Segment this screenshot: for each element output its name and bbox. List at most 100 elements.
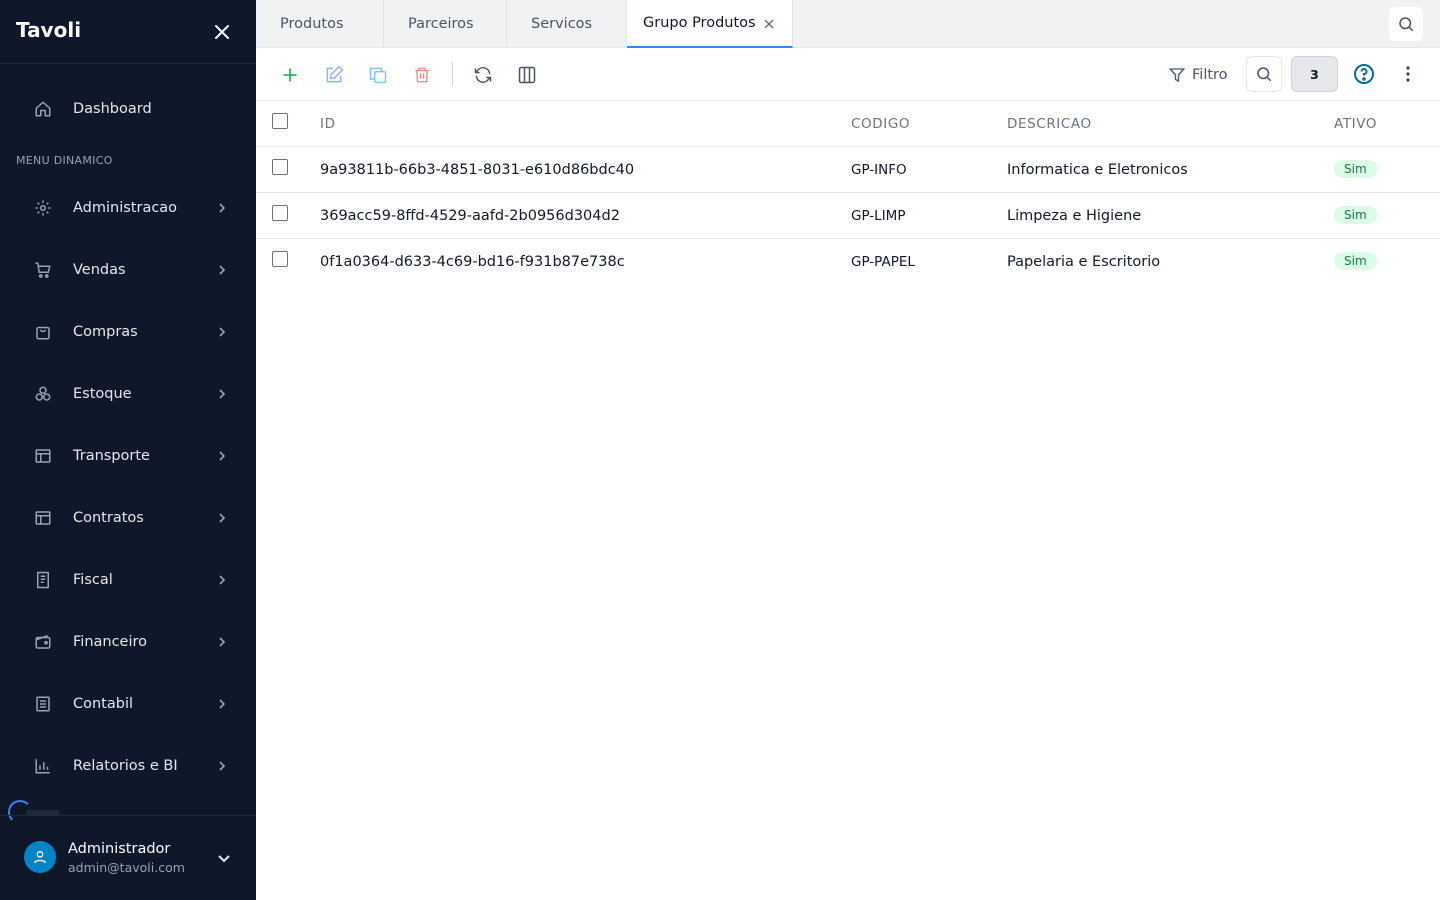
sidebar-item-contabil[interactable]: Contabil xyxy=(0,680,256,728)
gear-icon xyxy=(33,198,53,218)
column-header-codigo[interactable]: CODIGO xyxy=(851,116,910,132)
sidebar-item-transporte[interactable]: Transporte xyxy=(0,432,256,480)
trash-icon xyxy=(415,67,429,83)
cell-descricao: Informatica e Eletronicos xyxy=(1007,162,1188,178)
plus-icon xyxy=(283,68,297,82)
columns-button[interactable] xyxy=(515,63,539,87)
chevron-right-icon xyxy=(219,451,226,461)
chevron-right-icon xyxy=(219,327,226,337)
sidebar-item-compras[interactable]: Compras xyxy=(0,308,256,356)
user-icon xyxy=(34,851,46,864)
data-table: ID CODIGO DESCRICAO ATIVO 9a93811b-66b3-… xyxy=(256,101,1440,285)
cell-codigo: GP-PAPEL xyxy=(851,254,915,270)
sidebar-item-relatorios-bi[interactable]: Relatorios e BI xyxy=(0,742,256,790)
chevron-right-icon xyxy=(219,699,226,709)
sidebar-item-label: Vendas xyxy=(73,262,126,278)
chevron-right-icon xyxy=(219,513,226,523)
sidebar-item-financeiro[interactable]: Financeiro xyxy=(0,618,256,666)
sidebar-item-label: Compras xyxy=(73,324,138,340)
help-button[interactable] xyxy=(1352,62,1376,86)
tab-grupo-produtos[interactable]: Grupo Produtos xyxy=(627,0,793,48)
row-checkbox[interactable] xyxy=(272,159,288,175)
sidebar-item-fiscal[interactable]: Fiscal xyxy=(0,556,256,604)
chevron-down-icon[interactable] xyxy=(216,850,232,866)
tab-bar: Produtos Parceiros Servicos Grupo Produt… xyxy=(256,0,1440,48)
layout-icon xyxy=(33,446,53,466)
avatar xyxy=(24,841,56,873)
row-checkbox[interactable] xyxy=(272,251,288,267)
refresh-button[interactable] xyxy=(471,63,495,87)
sidebar-item-label: Relatorios e BI xyxy=(73,758,178,774)
status-badge: Sim xyxy=(1334,160,1377,178)
sidebar-item-label: Administracao xyxy=(73,200,178,216)
cell-codigo: GP-LIMP xyxy=(851,208,906,224)
filter-label: Filtro xyxy=(1192,67,1228,83)
boxes-icon xyxy=(33,384,53,404)
close-sidebar-button[interactable] xyxy=(212,22,232,42)
search-icon xyxy=(1399,17,1414,32)
cell-id: 0f1a0364-d633-4c69-bd16-f931b87e738c xyxy=(320,254,625,270)
cell-descricao: Limpeza e Higiene xyxy=(1007,208,1142,224)
sidebar-item-estoque[interactable]: Estoque xyxy=(0,370,256,418)
sidebar-item-contratos[interactable]: Contratos xyxy=(0,494,256,542)
delete-button[interactable] xyxy=(410,63,434,87)
cell-id: 369acc59-8ffd-4529-aafd-2b0956d304d2 xyxy=(320,208,620,224)
chevron-right-icon xyxy=(219,203,226,213)
sidebar-item-administracao[interactable]: Administracao xyxy=(0,184,256,232)
sidebar-item-label: Transporte xyxy=(73,448,150,464)
edit-button[interactable] xyxy=(322,63,346,87)
menu-section-label: MENU DINAMICO xyxy=(16,154,113,167)
receipt-icon xyxy=(33,570,53,590)
cell-id: 9a93811b-66b3-4851-8031-e610d86bdc40 xyxy=(320,162,635,178)
tab-produtos[interactable]: Produtos xyxy=(256,0,384,47)
chevron-right-icon xyxy=(219,265,226,275)
bar-chart-icon xyxy=(33,756,53,776)
help-icon xyxy=(1354,64,1374,84)
more-options-button[interactable] xyxy=(1396,62,1420,86)
tab-label: Grupo Produtos xyxy=(643,15,756,31)
sidebar-item-label: Contratos xyxy=(73,510,144,526)
sidebar: Tavoli Dashboard MENU DINAMICO Administr… xyxy=(0,0,256,900)
column-header-id[interactable]: ID xyxy=(320,116,336,132)
sidebar-item-label: Contabil xyxy=(73,696,134,712)
cell-descricao: Papelaria e Escritorio xyxy=(1007,254,1161,270)
close-tab-icon[interactable] xyxy=(763,18,775,30)
brand-logo: Tavoli xyxy=(16,18,82,42)
global-search-button[interactable] xyxy=(1389,7,1423,41)
row-checkbox[interactable] xyxy=(272,205,288,221)
sidebar-item-label: Dashboard xyxy=(73,101,152,117)
filter-icon xyxy=(1168,68,1186,83)
search-button[interactable] xyxy=(1246,56,1282,92)
duplicate-button[interactable] xyxy=(366,63,390,87)
table-row[interactable]: 369acc59-8ffd-4529-aafd-2b0956d304d2 GP-… xyxy=(256,193,1440,239)
sidebar-item-label: Estoque xyxy=(73,386,132,402)
table-row[interactable]: 0f1a0364-d633-4c69-bd16-f931b87e738c GP-… xyxy=(256,239,1440,285)
column-header-ativo[interactable]: ATIVO xyxy=(1334,116,1377,132)
sidebar-item-dashboard[interactable]: Dashboard xyxy=(0,85,256,133)
user-name: Administrador xyxy=(68,841,171,857)
close-icon xyxy=(215,25,229,39)
record-count[interactable]: 3 xyxy=(1291,56,1338,92)
toolbar: Filtro 3 xyxy=(256,48,1440,101)
cell-codigo: GP-INFO xyxy=(851,162,907,178)
table-header: ID CODIGO DESCRICAO ATIVO xyxy=(256,101,1440,147)
edit-icon xyxy=(326,65,344,83)
sidebar-item-vendas[interactable]: Vendas xyxy=(0,246,256,294)
copy-icon xyxy=(369,67,387,84)
toolbar-separator xyxy=(452,62,453,86)
tab-label: Produtos xyxy=(280,15,344,32)
tab-parceiros[interactable]: Parceiros xyxy=(384,0,507,47)
user-menu[interactable]: Administrador admin@tavoli.com xyxy=(0,816,256,900)
tab-label: Servicos xyxy=(531,15,593,32)
column-header-descricao[interactable]: DESCRICAO xyxy=(1007,116,1092,132)
select-all-checkbox[interactable] xyxy=(272,113,288,129)
home-icon xyxy=(33,99,53,119)
chevron-right-icon xyxy=(219,389,226,399)
table-row[interactable]: 9a93811b-66b3-4851-8031-e610d86bdc40 GP-… xyxy=(256,147,1440,193)
add-button[interactable] xyxy=(278,63,302,87)
chevron-right-icon xyxy=(219,575,226,585)
filter-button[interactable]: Filtro xyxy=(1168,63,1228,87)
columns-icon xyxy=(518,66,536,84)
tab-servicos[interactable]: Servicos xyxy=(507,0,627,47)
user-email: admin@tavoli.com xyxy=(68,860,185,875)
